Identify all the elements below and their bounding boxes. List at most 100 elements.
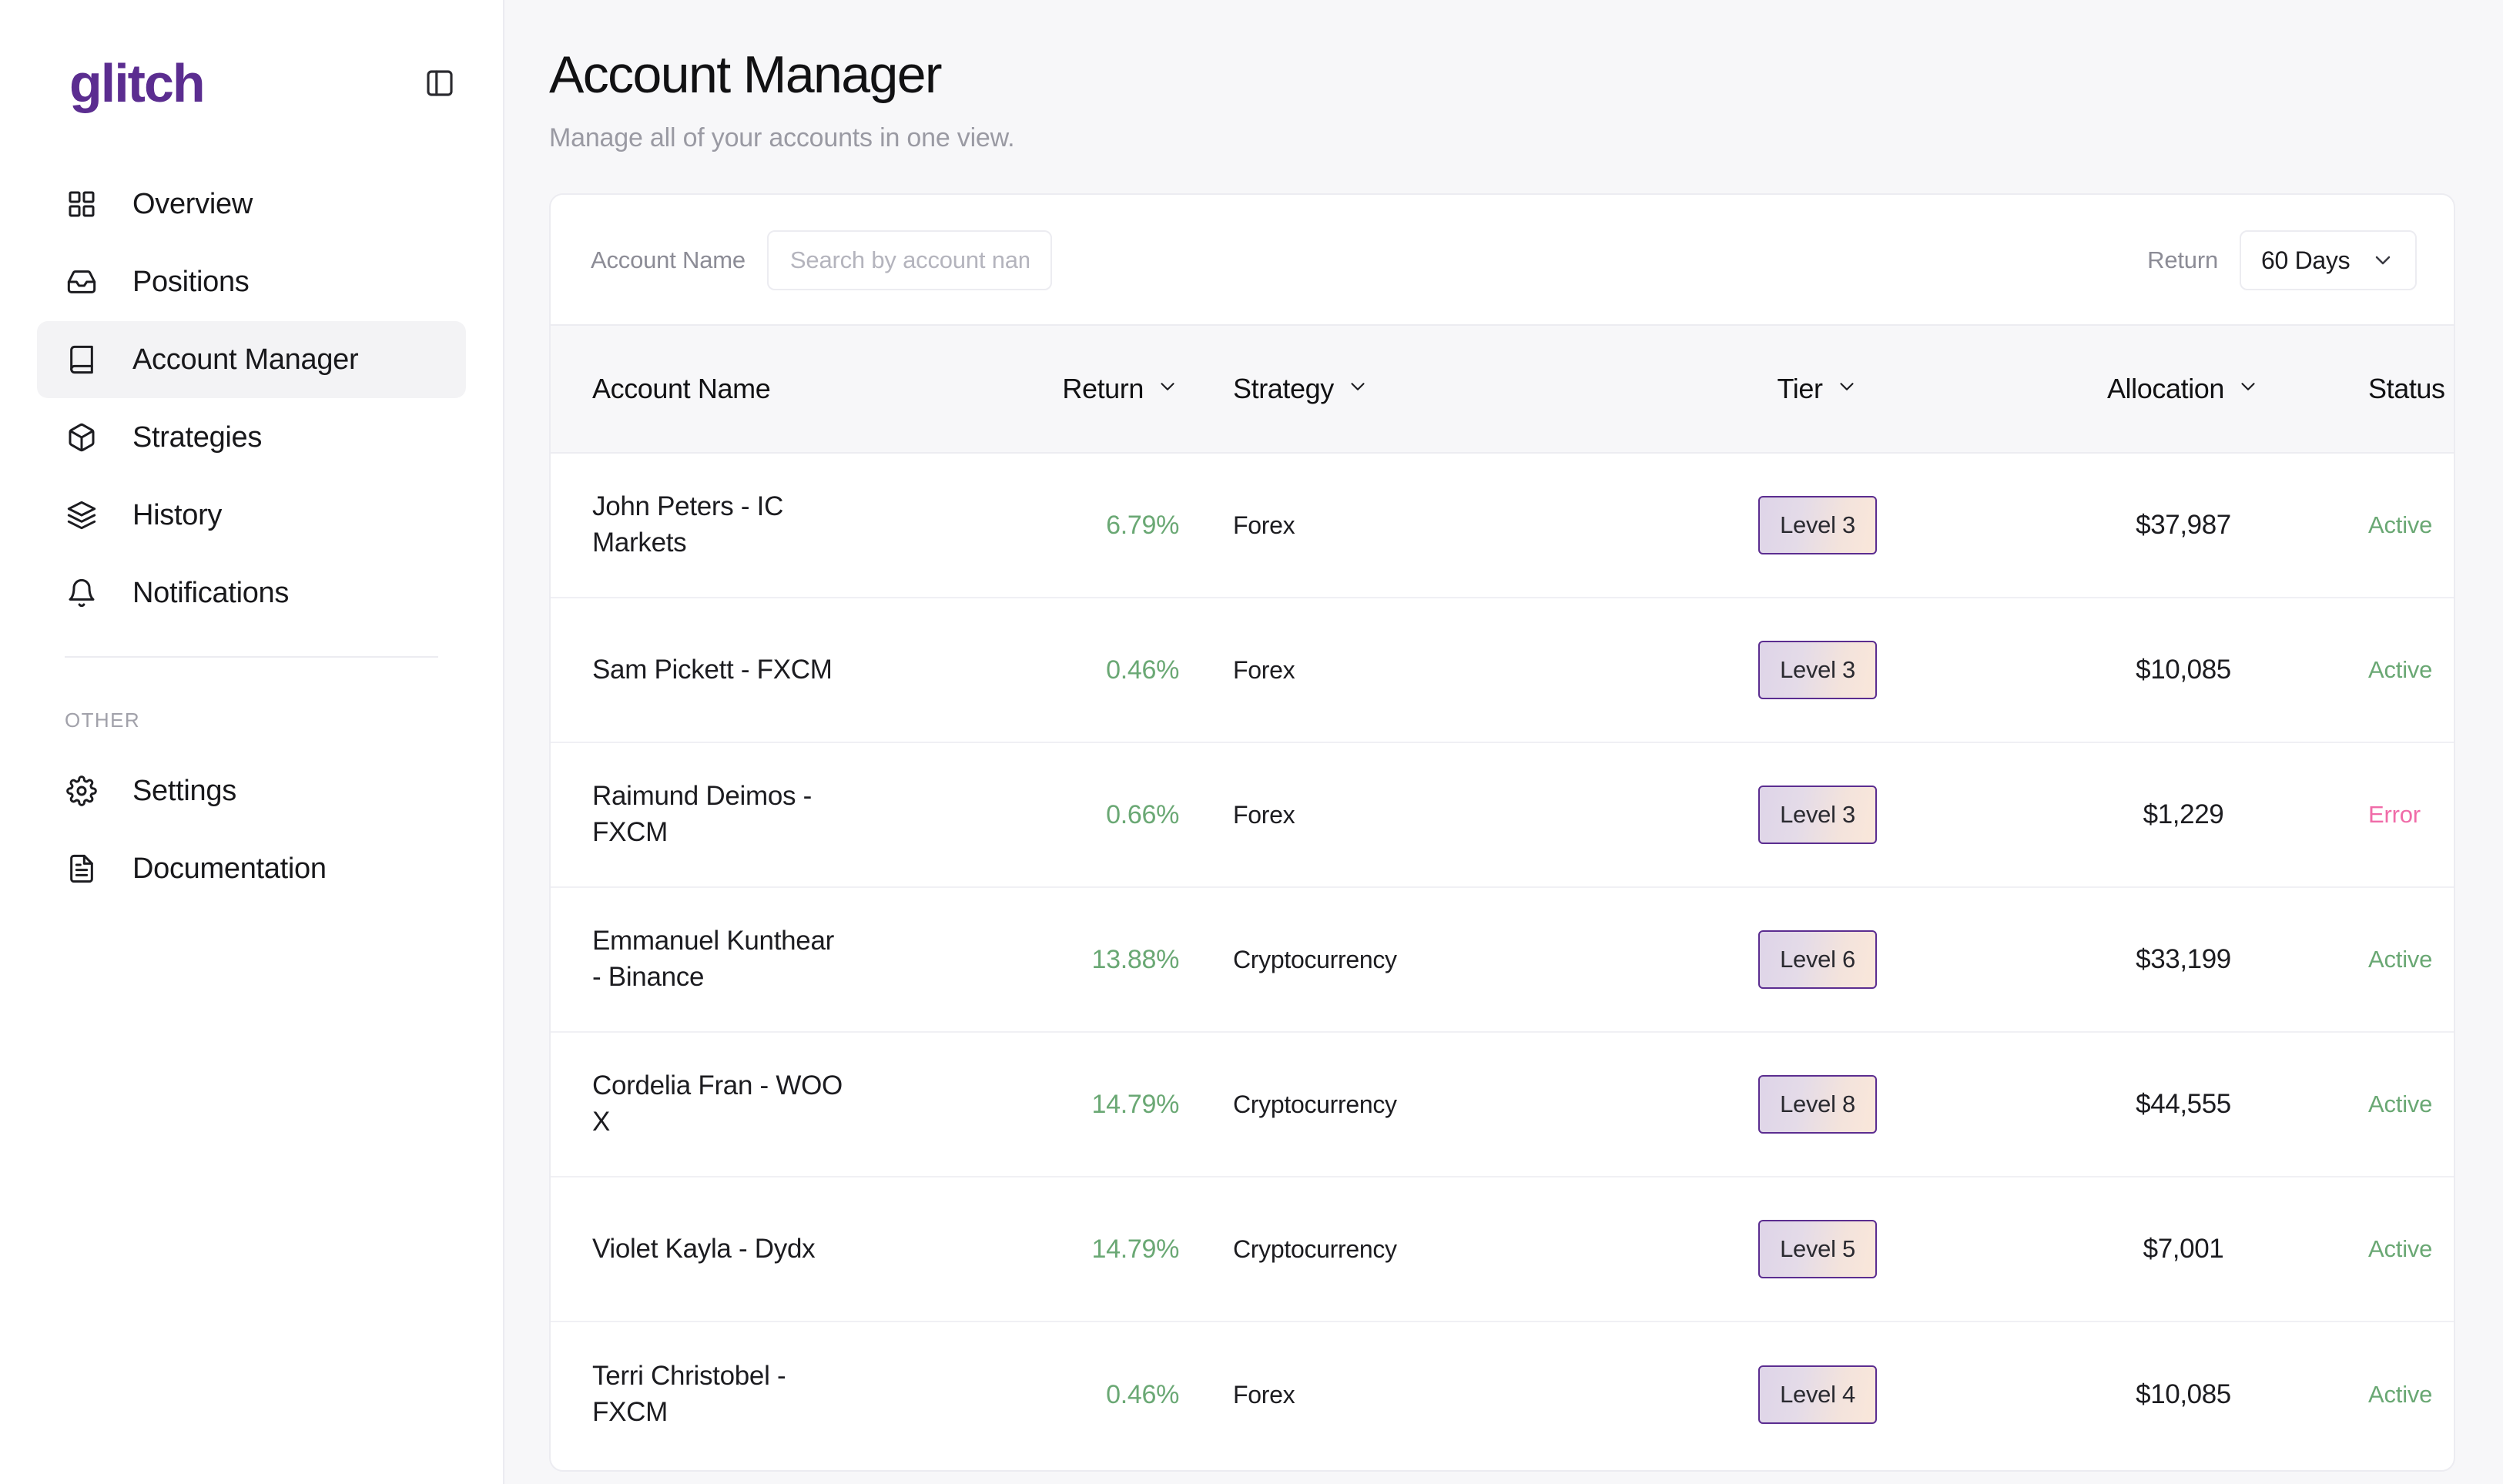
tier-badge: Level 3 — [1758, 641, 1877, 700]
strategy-value: Cryptocurrency — [1233, 945, 1397, 973]
cell-return: 13.88% — [951, 945, 1205, 975]
table-row[interactable]: Violet Kayla - Dydx 14.79% Cryptocurrency L… — [551, 1177, 2454, 1323]
tier-badge: Level 6 — [1758, 930, 1877, 990]
cell-account-name: Cordelia Fran - WOO X — [551, 1068, 951, 1141]
book-icon — [65, 343, 99, 377]
cell-strategy: Forex — [1205, 801, 1637, 829]
cell-return: 14.79% — [951, 1090, 1205, 1120]
column-label: Strategy — [1233, 373, 1334, 405]
chevron-down-icon — [1346, 373, 1369, 405]
chevron-down-icon — [2371, 248, 2395, 273]
cell-allocation: $1,229 — [1999, 799, 2368, 830]
sidebar-item-overview[interactable]: Overview — [37, 166, 466, 243]
app-logo: glitch — [69, 52, 206, 113]
table-row[interactable]: Terri Christobel - FXCM 0.46% Forex Level 4… — [551, 1322, 2454, 1467]
column-label: Status — [2368, 373, 2445, 405]
sidebar-header: glitch — [37, 0, 466, 166]
search-input[interactable] — [766, 230, 1052, 291]
table-row[interactable]: Raimund Deimos - FXCM 0.66% Forex Level 3 $1… — [551, 743, 2454, 889]
filter-bar: Account Name Return 60 Days — [551, 195, 2454, 324]
layers-icon — [65, 498, 99, 532]
sidebar-item-settings[interactable]: Settings — [37, 752, 466, 829]
column-header-return[interactable]: Return — [951, 373, 1205, 405]
cell-tier: Level 5 — [1637, 1220, 1999, 1279]
sidebar-section-title: OTHER — [65, 709, 140, 732]
cell-tier: Level 6 — [1637, 930, 1999, 990]
column-header-account-name: Account Name — [551, 373, 951, 405]
sidebar-item-label: Account Manager — [132, 343, 359, 376]
allocation-value: $1,229 — [2143, 799, 2224, 830]
column-label: Account Name — [592, 373, 771, 405]
page-title: Account Manager — [549, 45, 943, 104]
allocation-value: $33,199 — [2136, 944, 2231, 975]
cell-status: Active — [2368, 1090, 2454, 1118]
chevron-down-icon — [2237, 373, 2260, 405]
gear-icon — [65, 774, 99, 808]
sidebar-nav: Overview Positions Account Manager Strat… — [37, 166, 466, 907]
column-label: Tier — [1777, 373, 1823, 405]
filter-return: Return 60 Days — [2147, 230, 2417, 291]
sidebar-item-label: Settings — [132, 775, 236, 807]
bell-icon — [65, 576, 99, 610]
account-name-text: Raimund Deimos - FXCM — [592, 781, 813, 848]
chevron-down-icon — [1835, 373, 1858, 405]
status-badge: Active — [2368, 656, 2433, 684]
return-value: 14.79% — [1091, 1234, 1179, 1264]
status-badge: Active — [2368, 511, 2433, 539]
filter-account-name: Account Name — [591, 230, 1052, 291]
column-header-allocation[interactable]: Allocation — [1999, 373, 2368, 405]
cell-status: Active — [2368, 1235, 2454, 1263]
table-row[interactable]: Cordelia Fran - WOO X 14.79% Cryptocurrenc… — [551, 1033, 2454, 1178]
sidebar-item-notifications[interactable]: Notifications — [37, 554, 466, 631]
sidebar-item-strategies[interactable]: Strategies — [37, 399, 466, 476]
allocation-value: $10,085 — [2136, 655, 2231, 685]
account-name-text: Terri Christobel - FXCM — [592, 1361, 786, 1428]
cell-allocation: $10,085 — [1999, 1379, 2368, 1410]
column-header-tier[interactable]: Tier — [1637, 373, 1999, 405]
cell-account-name: Terri Christobel - FXCM — [551, 1358, 951, 1431]
return-value: 6.79% — [1106, 510, 1179, 540]
cell-strategy: Cryptocurrency — [1205, 1090, 1637, 1119]
column-header-status[interactable]: Status — [2368, 373, 2454, 405]
cell-strategy: Forex — [1205, 511, 1637, 540]
column-header-strategy[interactable]: Strategy — [1205, 373, 1637, 405]
tier-badge: Level 5 — [1758, 1220, 1877, 1279]
table-body: John Peters - IC Markets 6.79% Forex Level … — [551, 454, 2454, 1467]
status-badge: Active — [2368, 1235, 2433, 1263]
table-row[interactable]: John Peters - IC Markets 6.79% Forex Level … — [551, 454, 2454, 599]
sidebar-item-history[interactable]: History — [37, 477, 466, 554]
table-header-row: Account Name Return Strategy Tier Alloca… — [551, 324, 2454, 454]
allocation-value: $37,987 — [2136, 510, 2231, 541]
inbox-icon — [65, 265, 99, 299]
return-value: 0.66% — [1106, 799, 1179, 829]
box-icon — [65, 420, 99, 454]
cell-return: 0.46% — [951, 655, 1205, 685]
status-badge: Error — [2368, 801, 2421, 829]
panel-left-icon[interactable] — [423, 66, 457, 100]
sidebar-item-label: Overview — [132, 188, 253, 220]
return-period-value: 60 Days — [2261, 246, 2351, 274]
sidebar-item-account-manager[interactable]: Account Manager — [37, 321, 466, 398]
cell-status: Active — [2368, 511, 2454, 539]
return-period-select[interactable]: 60 Days — [2240, 230, 2417, 291]
sidebar-item-documentation[interactable]: Documentation — [37, 830, 466, 907]
account-name-text: Cordelia Fran - WOO X — [592, 1070, 843, 1137]
table-row[interactable]: Emmanuel Kunthear - Binance 13.88% Cryptoc… — [551, 888, 2454, 1033]
cell-status: Active — [2368, 946, 2454, 973]
status-badge: Active — [2368, 1381, 2433, 1409]
cell-account-name: Raimund Deimos - FXCM — [551, 779, 951, 851]
table-row[interactable]: Sam Pickett - FXCM 0.46% Forex Level 3 $10,0… — [551, 598, 2454, 744]
sidebar-item-positions[interactable]: Positions — [37, 243, 466, 320]
cell-allocation: $7,001 — [1999, 1234, 2368, 1265]
cell-tier: Level 4 — [1637, 1365, 1999, 1425]
return-value: 0.46% — [1106, 655, 1179, 685]
app-root: glitch Overview Positions Account Manage… — [0, 0, 2503, 1484]
sidebar-item-label: Notifications — [132, 577, 290, 609]
cell-strategy: Cryptocurrency — [1205, 1235, 1637, 1264]
cell-account-name: Violet Kayla - Dydx — [551, 1231, 951, 1268]
cell-return: 14.79% — [951, 1234, 1205, 1265]
sidebar-item-label: Strategies — [132, 421, 263, 454]
cell-allocation: $37,987 — [1999, 510, 2368, 541]
cell-strategy: Forex — [1205, 656, 1637, 685]
return-value: 13.88% — [1091, 944, 1179, 974]
